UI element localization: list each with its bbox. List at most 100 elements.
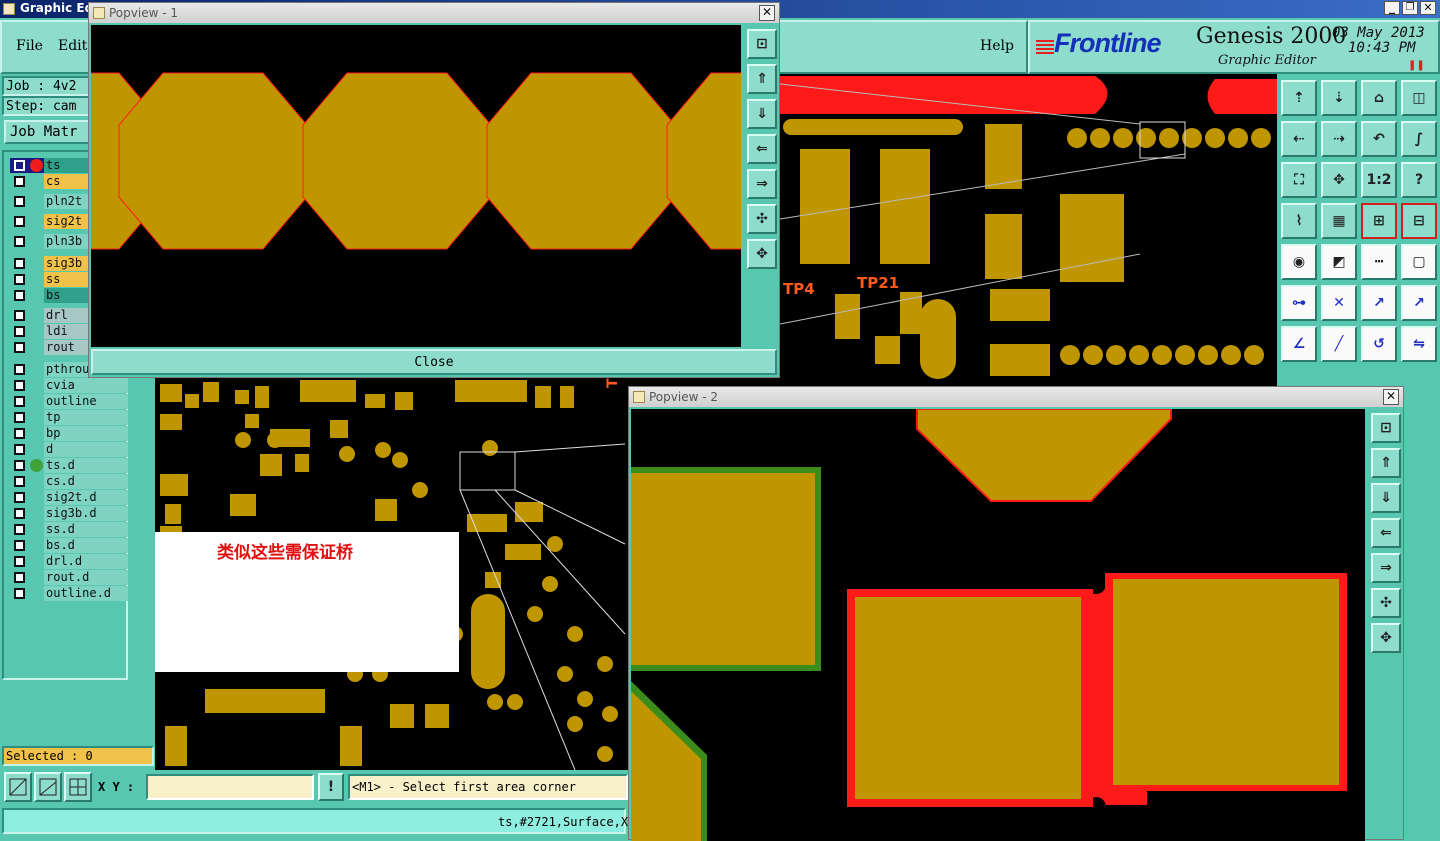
- minimize-icon[interactable]: _: [1384, 1, 1400, 15]
- add-point-alt-button[interactable]: ↗: [1401, 285, 1437, 321]
- connect-icon: ⊶: [1292, 295, 1306, 311]
- page-right-button[interactable]: ⇒: [747, 169, 777, 199]
- file-menu[interactable]: File: [16, 38, 43, 54]
- move-up-button[interactable]: ⇡: [1281, 80, 1317, 116]
- layer-compare-alt-button[interactable]: ⊟: [1401, 203, 1437, 239]
- layer-row-drl-d[interactable]: drl.d: [10, 554, 128, 569]
- layer-compare-button[interactable]: ⊞: [1361, 203, 1397, 239]
- layer-checkbox[interactable]: [14, 412, 25, 423]
- center-button[interactable]: ✥: [1321, 162, 1357, 198]
- layer-row-cvia[interactable]: cvia: [10, 378, 128, 393]
- grid-snap-button[interactable]: [64, 772, 92, 802]
- edit-menu[interactable]: Edit: [58, 38, 87, 54]
- pan-right-button[interactable]: ⇢: [1321, 121, 1357, 157]
- layer-checkbox[interactable]: [14, 444, 25, 455]
- xy-input[interactable]: [146, 774, 314, 800]
- prompt-help-button[interactable]: !: [318, 773, 344, 801]
- connect-button[interactable]: ⊶: [1281, 285, 1317, 321]
- expand-button[interactable]: ⊡: [747, 29, 777, 59]
- undo-button[interactable]: ↶: [1361, 121, 1397, 157]
- layer-row-d[interactable]: d: [10, 442, 128, 457]
- page-down-button[interactable]: ⇓: [1371, 483, 1401, 513]
- layer-checkbox[interactable]: [14, 258, 25, 269]
- zoom-out-button[interactable]: ✥: [747, 239, 777, 269]
- layer-row-tp[interactable]: tp: [10, 410, 128, 425]
- zoom-in-button[interactable]: ✣: [1371, 588, 1401, 618]
- layer-row-sig2t-d[interactable]: sig2t.d: [10, 490, 128, 505]
- layer-checkbox[interactable]: [14, 524, 25, 535]
- close-icon[interactable]: ✕: [1420, 1, 1436, 15]
- home-button[interactable]: ⌂: [1361, 80, 1397, 116]
- expand-button[interactable]: ⊡: [1371, 413, 1401, 443]
- flip-button[interactable]: ⇋: [1401, 326, 1437, 362]
- layer-checkbox[interactable]: [14, 540, 25, 551]
- layer-checkbox[interactable]: [14, 556, 25, 567]
- layer-row-bp[interactable]: bp: [10, 426, 128, 441]
- page-up-button[interactable]: ⇑: [1371, 448, 1401, 478]
- ruler-button[interactable]: ┅: [1361, 244, 1397, 280]
- page-left-button[interactable]: ⇐: [747, 134, 777, 164]
- dotted-select-button[interactable]: ▢: [1401, 244, 1437, 280]
- layer-row-ts-d[interactable]: ts.d: [10, 458, 128, 473]
- layer-checkbox[interactable]: [14, 588, 25, 599]
- page-left-button[interactable]: ⇐: [1371, 518, 1401, 548]
- line-button[interactable]: ╱: [1321, 326, 1357, 362]
- grid-button[interactable]: ▦: [1321, 203, 1357, 239]
- zoom-in-button[interactable]: ✣: [747, 204, 777, 234]
- layer-checkbox[interactable]: [14, 396, 25, 407]
- layer-checkbox[interactable]: [14, 176, 25, 187]
- snake-button[interactable]: ∫: [1401, 121, 1437, 157]
- layer-checkbox[interactable]: [14, 460, 25, 471]
- popview-2-canvas[interactable]: [631, 409, 1365, 841]
- layer-row-outline[interactable]: outline: [10, 394, 128, 409]
- zoom-area-button[interactable]: [4, 772, 32, 802]
- layer-checkbox[interactable]: [14, 428, 25, 439]
- layer-row-bs-d[interactable]: bs.d: [10, 538, 128, 553]
- arc-button[interactable]: ↺: [1361, 326, 1397, 362]
- layer-checkbox[interactable]: [14, 572, 25, 583]
- measure-button[interactable]: ⌇: [1281, 203, 1317, 239]
- pick-button[interactable]: ◉: [1281, 244, 1317, 280]
- angle-button[interactable]: ∠: [1281, 326, 1317, 362]
- layer-checkbox[interactable]: [14, 310, 25, 321]
- layer-row-cs-d[interactable]: cs.d: [10, 474, 128, 489]
- help-menu[interactable]: Help: [980, 38, 1014, 54]
- layer-checkbox[interactable]: [14, 290, 25, 301]
- popview-2-close-icon[interactable]: ✕: [1383, 389, 1399, 405]
- measure-button[interactable]: [34, 772, 62, 802]
- one-to-two-button[interactable]: 1:2: [1361, 162, 1397, 198]
- layer-name: tp: [44, 410, 128, 425]
- question-button[interactable]: ?: [1401, 162, 1437, 198]
- layer-checkbox[interactable]: [14, 508, 25, 519]
- layer-checkbox[interactable]: [14, 274, 25, 285]
- page-down-button[interactable]: ⇓: [747, 99, 777, 129]
- select-area-button[interactable]: ◩: [1321, 244, 1357, 280]
- layer-checkbox[interactable]: [14, 364, 25, 375]
- move-down-button[interactable]: ⇣: [1321, 80, 1357, 116]
- layer-row-ss-d[interactable]: ss.d: [10, 522, 128, 537]
- popview-1-close-icon[interactable]: ✕: [759, 5, 775, 21]
- layer-checkbox[interactable]: [14, 380, 25, 391]
- fit-button[interactable]: ⛶: [1281, 162, 1317, 198]
- layer-checkbox[interactable]: [14, 492, 25, 503]
- layer-row-rout-d[interactable]: rout.d: [10, 570, 128, 585]
- split-view-button[interactable]: ◫: [1401, 80, 1437, 116]
- popview-1-canvas[interactable]: [91, 25, 741, 347]
- popview-1-close-button[interactable]: Close: [91, 349, 777, 375]
- layer-row-outline-d[interactable]: outline.d: [10, 586, 128, 601]
- restore-icon[interactable]: ❐: [1402, 1, 1418, 15]
- page-right-button[interactable]: ⇒: [1371, 553, 1401, 583]
- pan-left-button[interactable]: ⇠: [1281, 121, 1317, 157]
- layer-checkbox[interactable]: [14, 160, 25, 171]
- layer-checkbox[interactable]: [14, 342, 25, 353]
- add-point-button[interactable]: ↗: [1361, 285, 1397, 321]
- layer-row-sig3b-d[interactable]: sig3b.d: [10, 506, 128, 521]
- page-up-button[interactable]: ⇑: [747, 64, 777, 94]
- layer-checkbox[interactable]: [14, 476, 25, 487]
- zoom-out-button[interactable]: ✥: [1371, 623, 1401, 653]
- cross-button[interactable]: ✕: [1321, 285, 1357, 321]
- layer-checkbox[interactable]: [14, 236, 25, 247]
- layer-checkbox[interactable]: [14, 326, 25, 337]
- layer-checkbox[interactable]: [14, 196, 25, 207]
- layer-checkbox[interactable]: [14, 216, 25, 227]
